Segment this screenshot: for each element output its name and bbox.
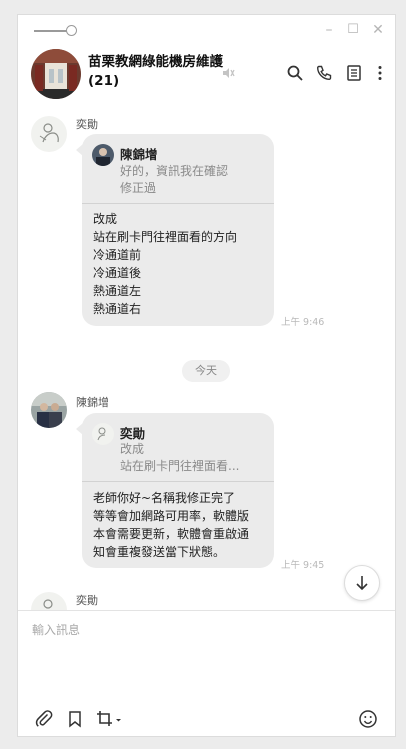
message-text: 等等會加網路可用率，軟體版 [93, 509, 250, 523]
emoji-icon[interactable] [358, 709, 378, 729]
message-text: 站在刷卡門往裡面看的方向 [93, 230, 238, 244]
minimize-button[interactable]: – [320, 21, 338, 39]
notes-icon[interactable] [345, 64, 363, 82]
chat-window: – ☐ ✕ 苗栗教網綠能機房維護 (21) 奕勛 陳錦增 好的，資訊我在確認 修… [18, 15, 395, 736]
scroll-to-bottom-button[interactable] [344, 565, 380, 601]
arrow-down-icon [356, 576, 368, 591]
message-text: 冷通道後 [93, 266, 142, 280]
avatar[interactable] [31, 392, 67, 428]
quoted-text: 站在刷卡門往裡面看... [120, 459, 240, 473]
more-options-icon[interactable] [371, 64, 389, 82]
message-text: 熱通道左 [93, 284, 142, 298]
quoted-text: 修正過 [120, 181, 157, 195]
avatar[interactable] [31, 592, 67, 610]
chat-header: 苗栗教網綠能機房維護 (21) [18, 47, 395, 105]
avatar[interactable] [31, 116, 67, 152]
maximize-button[interactable]: ☐ [344, 21, 362, 39]
message-input-area[interactable]: 輸入訊息 [18, 610, 395, 736]
sender-name: 奕勛 [76, 594, 98, 607]
message-text: 改成 [93, 212, 118, 226]
quoted-avatar [92, 144, 114, 166]
quoted-message[interactable]: 奕勛 改成 站在刷卡門往裡面看... [82, 413, 274, 482]
mute-icon [221, 65, 235, 79]
screenshot-icon[interactable] [95, 709, 123, 729]
message-input[interactable]: 輸入訊息 [32, 621, 80, 638]
attachment-icon[interactable] [34, 709, 54, 729]
chat-title: 苗栗教網綠能機房維護 (21) [88, 54, 223, 89]
message-text: 熱通道右 [93, 302, 142, 316]
date-divider: 今天 [182, 360, 230, 382]
message-timestamp: 上午 9:45 [281, 560, 325, 571]
quoted-text: 好的，資訊我在確認 [120, 164, 229, 178]
quoted-avatar [92, 423, 114, 445]
quoted-text: 改成 [120, 442, 145, 456]
quoted-sender: 陳錦增 [120, 147, 158, 162]
quoted-message[interactable]: 陳錦增 好的，資訊我在確認 修正過 [82, 134, 274, 204]
phone-icon[interactable] [315, 64, 333, 82]
message-text: 本會需要更新，軟體會重啟通 [93, 527, 250, 541]
pin-icon[interactable] [34, 24, 77, 38]
sender-name: 奕勛 [76, 118, 98, 131]
message-text: 知會重複發送當下狀態。 [93, 545, 226, 559]
message-bubble[interactable]: 陳錦增 好的，資訊我在確認 修正過 改成 站在刷卡門往裡面看的方向 冷通道前 冷… [76, 134, 274, 326]
title-bar: – ☐ ✕ [18, 15, 395, 47]
search-icon[interactable] [286, 64, 304, 82]
sender-name: 陳錦增 [76, 396, 109, 409]
message-text: 冷通道前 [93, 248, 142, 262]
bookmark-icon[interactable] [65, 709, 85, 729]
message-list[interactable]: 奕勛 陳錦增 好的，資訊我在確認 修正過 改成 站在刷卡門往裡面看的方向 冷通道… [18, 105, 395, 610]
message-timestamp: 上午 9:46 [281, 317, 325, 328]
message-text: 老師你好~名稱我修正完了 [93, 491, 236, 505]
group-avatar[interactable] [31, 49, 81, 99]
message-bubble[interactable]: 奕勛 改成 站在刷卡門往裡面看... 老師你好~名稱我修正完了 等等會加網路可用… [76, 413, 274, 568]
close-button[interactable]: ✕ [369, 21, 387, 39]
